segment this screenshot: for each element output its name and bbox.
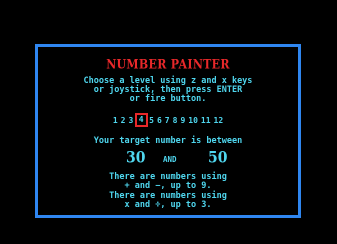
level-option-9[interactable]: 9 xyxy=(179,115,187,127)
level-option-6[interactable]: 6 xyxy=(155,115,163,127)
level-option-2[interactable]: 2 xyxy=(119,115,127,127)
level-selector[interactable]: 1 2 3 4 5 6 7 8 9 10 11 12 xyxy=(38,113,298,127)
level-option-7[interactable]: 7 xyxy=(163,115,171,127)
game-title: NUMBER PAINTER xyxy=(106,57,230,72)
level-option-12[interactable]: 12 xyxy=(212,115,225,127)
menu-panel: NUMBER PAINTER Choose a level using z an… xyxy=(35,44,301,218)
level-option-4[interactable]: 4 xyxy=(134,113,148,127)
level-option-3[interactable]: 3 xyxy=(127,115,135,127)
level-option-1[interactable]: 1 xyxy=(111,115,119,127)
info-mul-line-2: x and ÷, up to 3. xyxy=(124,200,212,210)
level-option-11[interactable]: 11 xyxy=(199,115,212,127)
target-high: 50 xyxy=(208,148,228,168)
info-add-line-2: + and −, up to 9. xyxy=(124,181,212,191)
target-label: Your target number is between xyxy=(93,136,243,146)
target-and: AND xyxy=(163,155,177,164)
level-option-8[interactable]: 8 xyxy=(171,115,179,127)
target-range: 30 AND 50 xyxy=(38,148,298,168)
instruction-line-3: or fire button. xyxy=(129,94,207,104)
target-low: 30 xyxy=(126,148,146,168)
level-option-5[interactable]: 5 xyxy=(148,115,156,127)
level-option-10[interactable]: 10 xyxy=(187,115,200,127)
